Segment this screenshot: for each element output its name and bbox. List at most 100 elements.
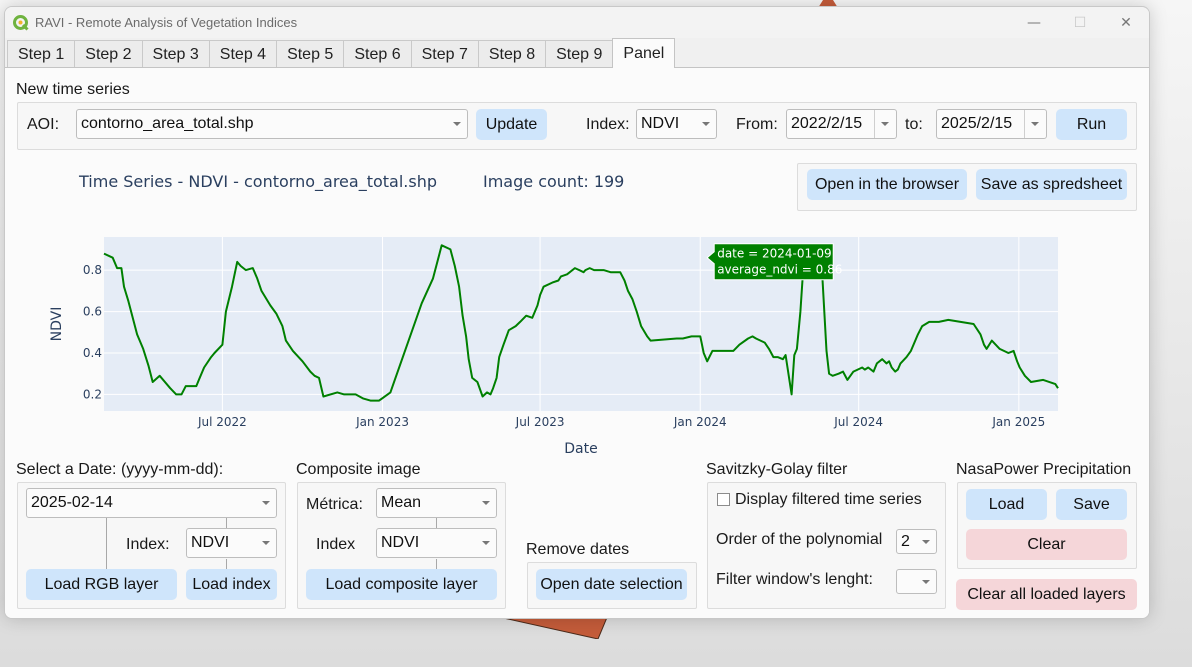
data-point[interactable] xyxy=(463,333,469,339)
data-point[interactable] xyxy=(307,369,313,375)
load-composite-layer-button[interactable]: Load composite layer xyxy=(306,569,497,600)
data-point[interactable] xyxy=(701,350,707,356)
data-point[interactable] xyxy=(469,375,475,381)
data-point[interactable] xyxy=(334,389,340,395)
data-point[interactable] xyxy=(523,313,529,319)
data-point[interactable] xyxy=(971,321,977,327)
data-point[interactable] xyxy=(529,315,535,321)
data-point[interactable] xyxy=(506,327,512,333)
data-point[interactable] xyxy=(936,319,942,325)
data-point[interactable] xyxy=(279,323,285,329)
nasapower-save-button[interactable]: Save xyxy=(1056,489,1127,520)
data-point[interactable] xyxy=(984,346,990,352)
nasapower-load-button[interactable]: Load xyxy=(966,489,1047,520)
data-point[interactable] xyxy=(709,348,715,354)
data-point[interactable] xyxy=(591,267,597,273)
data-point[interactable] xyxy=(466,356,472,362)
data-point[interactable] xyxy=(534,302,540,308)
data-point[interactable] xyxy=(730,348,736,354)
data-point[interactable] xyxy=(150,379,156,385)
data-point[interactable] xyxy=(830,373,836,379)
data-point[interactable] xyxy=(844,377,850,383)
data-point[interactable] xyxy=(850,369,856,375)
data-point[interactable] xyxy=(865,365,871,371)
data-point[interactable] xyxy=(360,396,366,402)
clear-all-layers-button[interactable]: Clear all loaded layers xyxy=(956,579,1137,610)
data-point[interactable] xyxy=(823,348,829,354)
data-point[interactable] xyxy=(387,389,393,395)
data-point[interactable] xyxy=(229,284,235,290)
date-index-dropdown[interactable]: NDVI xyxy=(186,528,277,558)
metric-dropdown[interactable]: Mean xyxy=(376,488,497,518)
data-point[interactable] xyxy=(537,292,543,298)
data-point[interactable] xyxy=(517,319,523,325)
data-point[interactable] xyxy=(1055,385,1061,391)
tab-step-1[interactable]: Step 1 xyxy=(7,40,76,68)
data-point[interactable] xyxy=(766,346,772,352)
data-point[interactable] xyxy=(915,331,921,337)
data-point[interactable] xyxy=(879,356,885,362)
data-point[interactable] xyxy=(908,348,914,354)
data-point[interactable] xyxy=(238,263,244,269)
load-rgb-layer-button[interactable]: Load RGB layer xyxy=(26,569,177,600)
data-point[interactable] xyxy=(183,383,189,389)
data-point[interactable] xyxy=(926,319,932,325)
data-point[interactable] xyxy=(490,385,496,391)
data-point[interactable] xyxy=(794,346,800,352)
data-point[interactable] xyxy=(1011,348,1017,354)
data-point[interactable] xyxy=(487,391,493,397)
data-point[interactable] xyxy=(617,269,623,275)
data-point[interactable] xyxy=(919,323,925,329)
data-point[interactable] xyxy=(439,242,445,248)
data-point[interactable] xyxy=(612,269,618,275)
data-point[interactable] xyxy=(223,309,229,315)
data-point[interactable] xyxy=(193,383,199,389)
data-point[interactable] xyxy=(886,358,892,364)
open-date-selection-button[interactable]: Open date selection xyxy=(536,569,687,600)
data-point[interactable] xyxy=(353,391,359,397)
data-point[interactable] xyxy=(622,278,628,284)
data-point[interactable] xyxy=(840,369,846,375)
data-point[interactable] xyxy=(201,365,207,371)
data-point[interactable] xyxy=(367,398,373,404)
data-point[interactable] xyxy=(243,267,249,273)
data-point[interactable] xyxy=(125,298,131,304)
data-point[interactable] xyxy=(273,311,279,317)
data-point[interactable] xyxy=(601,267,607,273)
data-point[interactable] xyxy=(259,288,265,294)
data-point[interactable] xyxy=(870,369,876,375)
data-point[interactable] xyxy=(474,379,480,385)
data-point[interactable] xyxy=(501,342,507,348)
data-point[interactable] xyxy=(496,354,502,360)
data-point[interactable] xyxy=(1017,365,1023,371)
data-point[interactable] xyxy=(419,300,425,306)
data-point[interactable] xyxy=(1028,379,1034,385)
data-point[interactable] xyxy=(697,333,703,339)
data-point[interactable] xyxy=(290,348,296,354)
tab-step-9[interactable]: Step 9 xyxy=(545,40,614,68)
data-point[interactable] xyxy=(320,394,326,400)
filter-window-dropdown[interactable] xyxy=(896,569,937,594)
maximize-button[interactable]: ☐ xyxy=(1057,7,1103,38)
data-point[interactable] xyxy=(219,342,225,348)
nasapower-clear-button[interactable]: Clear xyxy=(966,529,1127,560)
data-point[interactable] xyxy=(456,284,462,290)
tab-step-8[interactable]: Step 8 xyxy=(477,40,547,68)
tab-step-5[interactable]: Step 5 xyxy=(276,40,345,68)
data-point[interactable] xyxy=(762,340,768,346)
data-point[interactable] xyxy=(989,338,995,344)
data-point[interactable] xyxy=(895,367,901,373)
data-point[interactable] xyxy=(447,246,453,252)
data-point[interactable] xyxy=(134,331,140,337)
data-point[interactable] xyxy=(874,360,880,366)
data-point[interactable] xyxy=(212,350,218,356)
data-point[interactable] xyxy=(648,338,654,344)
data-point[interactable] xyxy=(173,391,179,397)
data-point[interactable] xyxy=(267,302,273,308)
data-point[interactable] xyxy=(197,375,203,381)
data-point[interactable] xyxy=(634,309,640,315)
data-point[interactable] xyxy=(978,331,984,337)
tab-step-6[interactable]: Step 6 xyxy=(343,40,412,68)
data-point[interactable] xyxy=(157,373,163,379)
data-point[interactable] xyxy=(791,352,797,358)
